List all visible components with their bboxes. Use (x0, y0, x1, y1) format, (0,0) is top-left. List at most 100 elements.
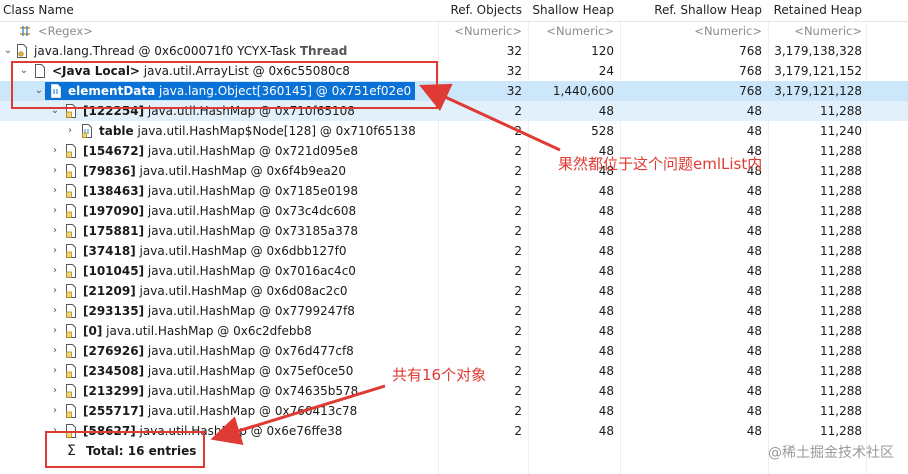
object-label: java.util.HashMap @ 0x6d08ac2c0 (135, 284, 348, 298)
tree-row-thread[interactable]: ⌄ java.lang.Thread @ 0x6c00071f0 YCYX-Ta… (0, 41, 908, 61)
expand-chevron-icon[interactable]: › (49, 181, 61, 201)
expand-chevron-icon[interactable]: › (49, 221, 61, 241)
column-header-ref-objects[interactable]: Ref. Objects (438, 0, 528, 21)
tree-row-hashmap[interactable]: › [21209] java.util.HashMap @ 0x6d08ac2c… (0, 281, 908, 301)
tree-row-hashmap[interactable]: › [0] java.util.HashMap @ 0x6c2dfebb8 2 … (0, 321, 908, 341)
ref-shallow-heap-filter-input[interactable]: <Numeric> (620, 21, 768, 41)
object-label: java.util.HashMap @ 0x73185a378 (144, 224, 358, 238)
ref-objects-value: 32 (506, 44, 522, 58)
expand-chevron-icon[interactable]: › (49, 201, 61, 221)
column-header-shallow-heap[interactable]: Shallow Heap (528, 0, 620, 21)
shallow-heap-value: 120 (591, 44, 614, 58)
tree-row-hashmap[interactable]: › [255717] java.util.HashMap @ 0x760413c… (0, 401, 908, 421)
ref-objects-value: 2 (514, 104, 522, 118)
tree-row-hashmap[interactable]: › [197090] java.util.HashMap @ 0x73c4dc6… (0, 201, 908, 221)
object-icon (65, 224, 77, 238)
retained-heap-value: 11,288 (820, 244, 862, 258)
ref-objects-value: 2 (514, 264, 522, 278)
tree-row-table-field[interactable]: › table java.util.HashMap$Node[128] @ 0x… (0, 121, 908, 141)
expand-chevron-icon[interactable]: › (49, 361, 61, 381)
expand-chevron-icon[interactable]: › (49, 161, 61, 181)
expand-chevron-icon[interactable]: › (49, 341, 61, 361)
tree-row-hashmap[interactable]: › [138463] java.util.HashMap @ 0x7185e01… (0, 181, 908, 201)
retained-heap-value: 11,288 (820, 284, 862, 298)
object-icon (65, 364, 77, 378)
ref-shallow-heap-value: 48 (746, 184, 762, 198)
object-icon (65, 344, 77, 358)
ref-objects-value: 2 (514, 124, 522, 138)
shallow-heap-value: 48 (598, 244, 614, 258)
thread-object-icon (16, 44, 28, 58)
object-label: java.util.HashMap @ 0x73c4dc608 (144, 204, 357, 218)
retained-heap-value: 11,288 (820, 224, 862, 238)
ref-shallow-heap-value: 48 (746, 424, 762, 438)
tree-row-hashmap[interactable]: › [101045] java.util.HashMap @ 0x7016ac4… (0, 261, 908, 281)
expand-chevron-icon[interactable]: › (49, 301, 61, 321)
object-icon (65, 144, 77, 158)
shallow-heap-value: 48 (598, 184, 614, 198)
expand-chevron-icon[interactable]: › (49, 281, 61, 301)
expand-chevron-icon[interactable]: › (49, 241, 61, 261)
ref-objects-value: 2 (514, 404, 522, 418)
retained-heap-value: 11,288 (820, 344, 862, 358)
object-label: java.util.HashMap @ 0x7016ac4c0 (144, 264, 356, 278)
shallow-heap-value: 48 (598, 264, 614, 278)
column-header-retained-heap[interactable]: Retained Heap (768, 0, 868, 21)
shallow-heap-value: 528 (591, 124, 614, 138)
object-suffix: Thread (299, 44, 348, 58)
ref-shallow-heap-value: 48 (746, 364, 762, 378)
retained-heap-value: 11,288 (820, 424, 862, 438)
expand-chevron-icon[interactable]: › (49, 261, 61, 281)
expand-chevron-icon[interactable]: › (49, 381, 61, 401)
object-label: java.util.HashMap @ 0x6f4b9ea20 (135, 164, 346, 178)
array-index: [37418] (83, 244, 136, 258)
retained-heap-value: 11,288 (820, 364, 862, 378)
tree-row-hashmap[interactable]: › [276926] java.util.HashMap @ 0x76d477c… (0, 341, 908, 361)
retained-heap-filter-input[interactable]: <Numeric> (768, 21, 868, 41)
class-name-filter[interactable]: <Regex> (0, 21, 438, 41)
shallow-heap-value: 1,440,600 (552, 84, 614, 98)
object-icon (65, 404, 77, 418)
tree-row-hashmap[interactable]: › [175881] java.util.HashMap @ 0x73185a3… (0, 221, 908, 241)
shallow-heap-value: 48 (598, 204, 614, 218)
ref-objects-filter-input[interactable]: <Numeric> (438, 21, 528, 41)
retained-heap-value: 3,179,138,328 (774, 44, 862, 58)
object-label: java.util.HashMap @ 0x6c2dfebb8 (102, 324, 312, 338)
ref-objects-value: 2 (514, 284, 522, 298)
object-icon (65, 264, 77, 278)
object-label: java.util.HashMap @ 0x721d095e8 (144, 144, 359, 158)
shallow-heap-value: 48 (598, 384, 614, 398)
array-index: [213299] (83, 384, 145, 398)
tree-row-hashmap[interactable]: › [37418] java.util.HashMap @ 0x6dbb127f… (0, 241, 908, 261)
object-label: java.util.HashMap @ 0x74635b578 (144, 384, 359, 398)
tree-row-hashmap[interactable]: › [293135] java.util.HashMap @ 0x7799247… (0, 301, 908, 321)
column-header-class-name[interactable]: Class Name (0, 0, 438, 21)
object-icon (65, 324, 77, 338)
shallow-heap-value: 48 (598, 404, 614, 418)
shallow-heap-filter-input[interactable]: <Numeric> (528, 21, 620, 41)
expand-chevron-icon[interactable]: › (49, 321, 61, 341)
expand-chevron-icon[interactable]: › (49, 401, 61, 421)
regex-filter-icon (18, 24, 32, 38)
ref-shallow-heap-value: 48 (746, 104, 762, 118)
collapse-chevron-icon[interactable]: ⌄ (2, 41, 14, 61)
expand-chevron-icon[interactable]: › (49, 141, 61, 161)
ref-objects-value: 32 (506, 84, 522, 98)
ref-shallow-heap-value: 48 (746, 304, 762, 318)
retained-heap-value: 3,179,121,128 (774, 84, 862, 98)
shallow-heap-value: 48 (598, 284, 614, 298)
column-header-ref-shallow-heap[interactable]: Ref. Shallow Heap (620, 0, 768, 21)
retained-heap-value: 11,288 (820, 264, 862, 278)
object-icon (65, 204, 77, 218)
tree-row-hashmap[interactable]: › [154672] java.util.HashMap @ 0x721d095… (0, 141, 908, 161)
retained-heap-value: 11,288 (820, 384, 862, 398)
retained-heap-value: 3,179,121,152 (774, 64, 862, 78)
annotation-same-list: 果然都位于这个问题emlList内 (558, 155, 763, 173)
class-name-filter-input[interactable]: <Regex> (38, 21, 93, 41)
shallow-heap-value: 48 (598, 304, 614, 318)
tree-row-hashmap[interactable]: › [79836] java.util.HashMap @ 0x6f4b9ea2… (0, 161, 908, 181)
retained-heap-value: 11,288 (820, 324, 862, 338)
retained-heap-value: 11,288 (820, 204, 862, 218)
expand-chevron-icon[interactable]: › (64, 121, 76, 141)
annotation-count: 共有16个对象 (392, 366, 487, 384)
